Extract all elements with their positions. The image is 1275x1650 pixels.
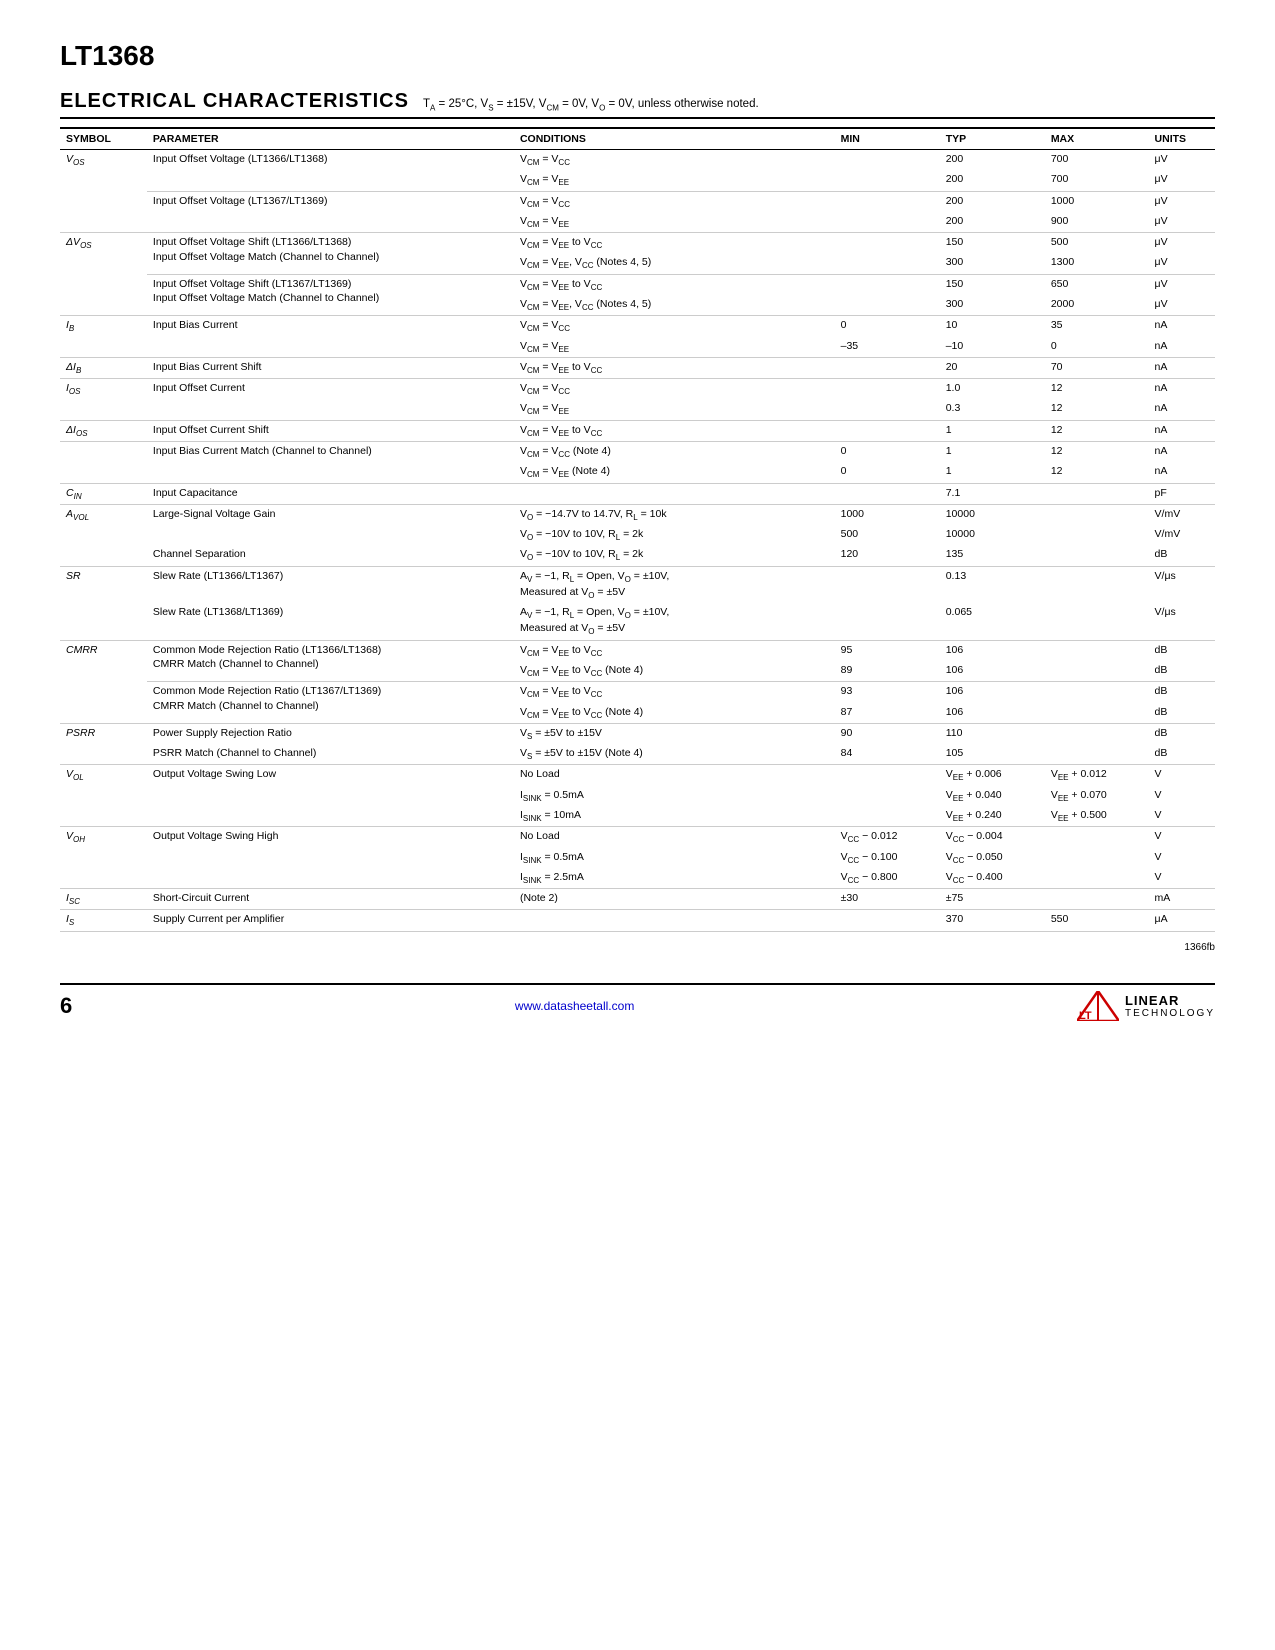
col-parameter: PARAMETER (147, 128, 514, 150)
table-row: Slew Rate (LT1368/LT1369) AV = −1, RL = … (60, 603, 1215, 640)
table-row: ΔIOS Input Offset Current Shift VCM = VE… (60, 420, 1215, 441)
table-row: AVOL Large-Signal Voltage Gain VO = −14.… (60, 504, 1215, 525)
col-typ: TYP (940, 128, 1045, 150)
page-title: LT1368 (60, 40, 1215, 72)
col-symbol: SYMBOL (60, 128, 147, 150)
footer-url[interactable]: www.datasheetall.com (515, 999, 634, 1013)
table-row: ΔVOS Input Offset Voltage Shift (LT1366/… (60, 233, 1215, 254)
section-subtitle: TA = 25°C, VS = ±15V, VCM = 0V, VO = 0V,… (423, 98, 759, 112)
lt-logo-icon: LT (1077, 991, 1119, 1021)
characteristics-table: SYMBOL PARAMETER CONDITIONS MIN TYP MAX … (60, 127, 1215, 932)
page-footer: 6 www.datasheetall.com LT LINEAR TECHNOL… (60, 983, 1215, 1021)
table-row: Channel Separation VO = −10V to 10V, RL … (60, 545, 1215, 566)
table-row: PSRR Match (Channel to Channel) VS = ±5V… (60, 744, 1215, 765)
table-row: Common Mode Rejection Ratio (LT1367/LT13… (60, 682, 1215, 703)
col-min: MIN (835, 128, 940, 150)
table-row: SR Slew Rate (LT1366/LT1367) AV = −1, RL… (60, 566, 1215, 603)
table-row: VOL Output Voltage Swing Low No Load VEE… (60, 765, 1215, 786)
company-logo: LT LINEAR TECHNOLOGY (1077, 991, 1215, 1021)
col-max: MAX (1045, 128, 1149, 150)
company-name: LINEAR TECHNOLOGY (1125, 993, 1215, 1019)
table-row: IOS Input Offset Current VCM = VCC 1.0 1… (60, 379, 1215, 400)
col-units: UNITS (1149, 128, 1215, 150)
table-row: IB Input Bias Current VCM = VCC 0 10 35 … (60, 316, 1215, 337)
table-row: Input Offset Voltage Shift (LT1367/LT136… (60, 274, 1215, 295)
linear-label: LINEAR (1125, 993, 1215, 1008)
table-row: Input Bias Current Match (Channel to Cha… (60, 441, 1215, 462)
table-row: CIN Input Capacitance 7.1 pF (60, 483, 1215, 504)
table-row: VOH Output Voltage Swing High No Load VC… (60, 827, 1215, 848)
table-row: VOS Input Offset Voltage (LT1366/LT1368)… (60, 150, 1215, 171)
doc-reference: 1366fb (60, 942, 1215, 953)
technology-label: TECHNOLOGY (1125, 1008, 1215, 1019)
table-row: ΔIB Input Bias Current Shift VCM = VEE t… (60, 357, 1215, 378)
table-row: PSRR Power Supply Rejection Ratio VS = ±… (60, 723, 1215, 744)
table-row: IS Supply Current per Amplifier 370 550 … (60, 910, 1215, 931)
table-row: ISC Short-Circuit Current (Note 2) ±30 ±… (60, 889, 1215, 910)
col-conditions: CONDITIONS (514, 128, 835, 150)
svg-text:LT: LT (1079, 1010, 1092, 1021)
section-title: ELECTRICAL CHARACTERISTICS (60, 90, 409, 113)
page-number: 6 (60, 993, 72, 1019)
table-row: CMRR Common Mode Rejection Ratio (LT1366… (60, 640, 1215, 661)
table-row: Input Offset Voltage (LT1367/LT1369) VCM… (60, 191, 1215, 212)
